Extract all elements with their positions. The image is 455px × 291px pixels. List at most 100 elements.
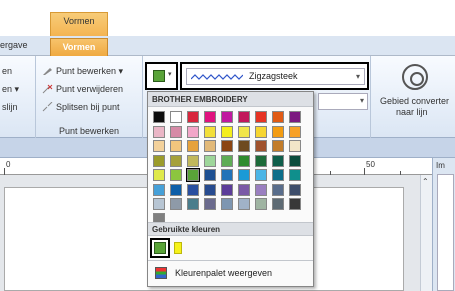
splitsen-bij-punt-button[interactable]: Splitsen bij punt [42, 101, 120, 112]
color-cell[interactable] [187, 154, 199, 167]
color-cell[interactable] [289, 183, 301, 196]
second-select[interactable]: ▾ [318, 93, 368, 110]
color-palette-dropdown: BROTHER EMBROIDERY Gebruikte kleuren Kle… [147, 91, 314, 287]
splitsen-label: Splitsen bij punt [56, 102, 120, 112]
delete-point-icon [42, 84, 53, 94]
color-cell[interactable] [153, 183, 165, 196]
chevron-down-icon: ▾ [355, 72, 360, 81]
color-cell[interactable] [153, 169, 165, 181]
zigzag-icon [191, 74, 243, 80]
color-cell[interactable] [272, 183, 284, 196]
color-cell[interactable] [255, 140, 267, 152]
color-cell[interactable] [187, 198, 199, 210]
color-cell[interactable] [272, 125, 284, 138]
color-cell[interactable] [221, 154, 233, 167]
color-cell[interactable] [272, 198, 284, 210]
palette-title: BROTHER EMBROIDERY [152, 95, 248, 104]
color-cell[interactable] [238, 111, 250, 123]
punt-bewerken-button[interactable]: Punt bewerken ▾ [42, 66, 123, 77]
color-cell[interactable] [272, 111, 284, 123]
ribbon-item-left-3[interactable]: slijn [2, 102, 18, 112]
color-cell[interactable] [170, 183, 182, 196]
chevron-up-icon[interactable]: ⌃ [422, 177, 429, 186]
color-cell[interactable] [153, 111, 165, 123]
punt-verwijderen-label: Punt verwijderen [56, 84, 124, 94]
color-cell[interactable] [170, 198, 182, 210]
chevron-down-icon: ▾ [168, 71, 172, 78]
color-cell[interactable] [153, 140, 165, 152]
color-cell[interactable] [204, 140, 216, 152]
show-color-palette-button[interactable]: Kleurenpalet weergeven [148, 261, 313, 287]
color-cell[interactable] [204, 169, 216, 181]
thread-color-button[interactable]: ▾ [145, 62, 178, 90]
stitch-type-select[interactable]: Zigzagsteek ▾ [186, 68, 365, 85]
pen-icon [42, 66, 53, 76]
color-cell[interactable] [238, 183, 250, 196]
used-colors-title: Gebruikte kleuren [152, 225, 221, 234]
color-cell[interactable] [153, 154, 165, 167]
color-cell[interactable] [221, 183, 233, 196]
tab-vormen[interactable]: Vormen [50, 38, 108, 57]
color-cell[interactable] [170, 111, 182, 123]
color-cell[interactable] [170, 169, 182, 181]
color-cell[interactable] [221, 140, 233, 152]
color-cell[interactable] [153, 125, 165, 138]
color-cell[interactable] [255, 111, 267, 123]
color-cell[interactable] [289, 198, 301, 210]
color-cell[interactable] [221, 198, 233, 210]
color-cell[interactable] [204, 125, 216, 138]
color-cell[interactable] [238, 140, 250, 152]
color-cell[interactable] [238, 125, 250, 138]
color-cell[interactable] [255, 154, 267, 167]
ribbon-item-left-2[interactable]: en ▾ [2, 84, 19, 95]
palette-header: BROTHER EMBROIDERY [148, 92, 313, 107]
color-cell[interactable] [238, 169, 250, 181]
color-cell[interactable] [170, 154, 182, 167]
stitch-type-highlight: Zigzagsteek ▾ [180, 62, 369, 90]
ribbon-group-left: en en ▾ slijn [0, 56, 36, 138]
color-cell[interactable] [238, 154, 250, 167]
color-cell[interactable] [187, 140, 199, 152]
color-cell[interactable] [289, 111, 301, 123]
color-cell[interactable] [289, 140, 301, 152]
used-color-yellow[interactable] [174, 242, 182, 254]
color-cell[interactable] [170, 140, 182, 152]
color-cell[interactable] [187, 111, 199, 123]
color-cell[interactable] [187, 125, 199, 138]
color-cell[interactable] [289, 125, 301, 138]
palette-icon [155, 267, 167, 279]
contextual-tab-header: Vormen [50, 12, 108, 38]
color-cell[interactable] [186, 168, 200, 182]
vertical-scrollbar[interactable]: ⌃ [420, 175, 432, 291]
convert-area-to-line-button[interactable]: Gebied converter naar lijn [374, 62, 455, 122]
ruler-label-0: 0 [6, 160, 11, 169]
color-cell[interactable] [187, 183, 199, 196]
spiral-icon [402, 64, 428, 90]
color-cell[interactable] [238, 198, 250, 210]
color-cell[interactable] [204, 111, 216, 123]
punt-bewerken-label: Punt bewerken ▾ [56, 66, 124, 76]
color-cell[interactable] [204, 154, 216, 167]
color-cell[interactable] [221, 111, 233, 123]
color-cell[interactable] [289, 154, 301, 167]
color-cell[interactable] [204, 183, 216, 196]
ribbon-item-left-1[interactable]: en [2, 66, 12, 76]
color-cell[interactable] [255, 183, 267, 196]
ruler-tick [4, 168, 5, 175]
current-color-swatch [153, 70, 165, 82]
used-color-green[interactable] [150, 238, 170, 258]
color-cell[interactable] [272, 140, 284, 152]
color-cell[interactable] [255, 169, 267, 181]
color-cell[interactable] [272, 169, 284, 181]
color-cell[interactable] [221, 169, 233, 181]
color-cell[interactable] [255, 125, 267, 138]
tab-weergave[interactable]: ergave [0, 40, 28, 50]
color-cell[interactable] [204, 198, 216, 210]
color-cell[interactable] [272, 154, 284, 167]
punt-verwijderen-button[interactable]: Punt verwijderen [42, 84, 123, 94]
color-cell[interactable] [221, 125, 233, 138]
color-cell[interactable] [255, 198, 267, 210]
color-cell[interactable] [153, 198, 165, 210]
color-cell[interactable] [289, 169, 301, 181]
color-cell[interactable] [170, 125, 182, 138]
